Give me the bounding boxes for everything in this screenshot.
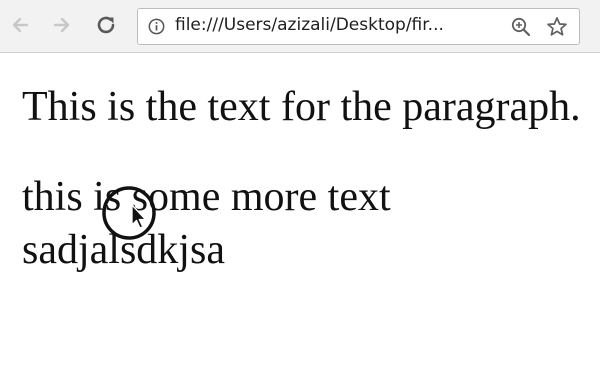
- back-button[interactable]: [6, 9, 34, 41]
- zoom-icon[interactable]: [510, 16, 532, 38]
- star-icon[interactable]: [545, 15, 569, 39]
- info-icon[interactable]: [148, 18, 165, 35]
- reload-icon: [97, 16, 115, 34]
- paragraph-1: This is the text for the paragraph.: [22, 84, 581, 130]
- arrow-left-icon: [12, 17, 29, 33]
- reload-button[interactable]: [92, 9, 120, 41]
- arrow-right-icon: [53, 17, 70, 33]
- address-bar[interactable]: file:///Users/azizali/Desktop/fir...: [137, 8, 580, 45]
- forward-button[interactable]: [48, 9, 76, 41]
- browser-toolbar: file:///Users/azizali/Desktop/fir...: [0, 0, 600, 53]
- page-content: This is the text for the paragraph. this…: [22, 53, 592, 277]
- url-text[interactable]: file:///Users/azizali/Desktop/fir...: [175, 15, 444, 35]
- mouse-pointer-icon: [102, 186, 156, 240]
